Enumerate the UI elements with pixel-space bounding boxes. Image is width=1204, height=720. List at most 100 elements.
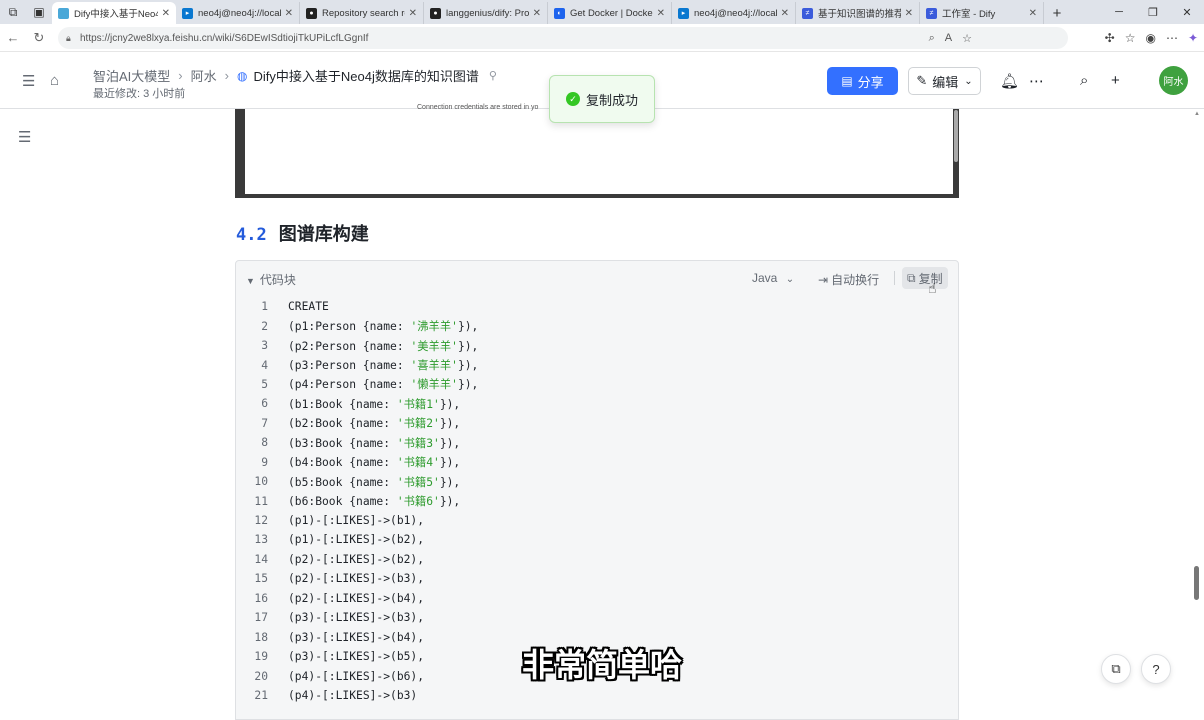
outline-icon[interactable]: ☰ [18,128,31,146]
page-scrollbar[interactable] [1194,566,1199,600]
new-tab-button[interactable]: + [1044,2,1070,24]
code-token: }), [457,339,479,353]
chevron-right-icon: › [178,68,183,83]
share-icon: ▤ [841,74,853,88]
code-block-toggle[interactable]: ▼ 代码块 [246,271,296,288]
code-token: (p3)-[:LIKES]->(b3), [288,611,425,625]
close-tab-icon[interactable]: ✕ [1029,8,1037,19]
browser-tab[interactable]: ● langgenius/dify: Prod ✕ [424,2,548,24]
browser-tab-bar: ⧉ ▣ Dify中接入基于Neo4j ✕ ▸ neo4j@neo4j://localh… [0,0,1204,24]
url-input[interactable]: 🔒︎ https://jcny2we8lxya.feishu.cn/wiki/S… [58,27,1068,49]
profile-icon[interactable]: ◉ [1145,31,1155,45]
browser-tab[interactable]: ◐ Get Docker | Docker D ✕ [548,2,672,24]
back-icon[interactable]: ← [0,24,26,52]
zoom-icon[interactable]: ⌕ [929,32,935,45]
code-token: (p2)-[:LIKES]->(b3), [288,572,425,586]
code-text: (p4)-[:LIKES]->(b3) [288,689,417,702]
code-string: '书籍4' [396,456,440,470]
close-tab-icon[interactable]: ✕ [781,8,789,19]
line-number: 10 [254,475,268,489]
workspaces-icon[interactable]: ⧉ [0,0,26,24]
code-token: (p2)-[:LIKES]->(b4), [288,591,425,605]
tab-favicon-icon [58,7,69,19]
copy-success-toast: ✓ 复制成功 [549,75,655,123]
code-line: 10 (b5:Book {name: '书籍5'}), [236,472,958,491]
wrap-icon: ⇥ [818,273,829,287]
language-select[interactable]: Java ⌄ [752,271,794,285]
refresh-icon[interactable]: ↻ [26,24,52,52]
code-line: 8 (b3:Book {name: '书籍3'}), [236,433,958,452]
doc-title[interactable]: Dify中接入基于Neo4j数据库的知识图谱 [253,66,478,85]
browser-tab[interactable]: ▸ neo4j@neo4j://localh ✕ [672,2,796,24]
favorite-icon[interactable]: ☆ [962,32,972,45]
image-scrollbar[interactable] [954,110,958,162]
code-text: (p3)-[:LIKES]->(b3), [288,611,424,624]
close-tab-icon[interactable]: ✕ [533,8,541,19]
tab-title: Dify中接入基于Neo4j [74,9,158,20]
edit-label: 编辑 [932,74,959,90]
favorites-icon[interactable]: ☆ [1125,31,1136,45]
code-text: CREATE [288,300,329,313]
code-string: '书籍2' [396,417,440,431]
code-token: (p3:Person {name: [288,359,411,373]
tab-favicon-icon: ≠ [802,7,813,19]
restore-icon[interactable]: ❐ [1136,0,1170,24]
edit-button[interactable]: ✎ 编辑 ⌄ [908,67,981,95]
copilot-icon[interactable]: ✦ [1188,31,1198,45]
line-number: 11 [254,494,268,508]
avatar[interactable]: 阿水 [1159,66,1188,95]
home-icon[interactable]: ⌂ [50,72,59,89]
browser-tab[interactable]: ● Repository search res ✕ [300,2,424,24]
read-aloud-icon[interactable]: A [945,32,952,44]
minimize-icon[interactable]: ─ [1102,0,1136,24]
browser-tab[interactable]: ≠ 工作室 - Dify ✕ [920,2,1044,24]
browser-tab[interactable]: ≠ 基于知识图谱的推荐系 ✕ [796,2,920,24]
close-window-icon[interactable]: ✕ [1170,0,1204,24]
pin-icon[interactable]: ⚲ [489,69,497,82]
share-button[interactable]: ▤ 分享 [827,67,898,95]
last-modified: 最近修改: 3 小时前 [93,88,186,100]
more-icon[interactable]: ⋯ [1166,31,1178,45]
breadcrumb-item[interactable]: 智泊AI大模型 [93,66,170,85]
add-icon[interactable]: + [1111,72,1120,89]
breadcrumb-item[interactable]: 阿水 [191,66,217,85]
line-number: 21 [254,688,268,702]
code-text: (b2:Book {name: '书籍2'}), [288,415,460,431]
divider [894,271,895,285]
code-string: '书籍6' [396,495,440,509]
bell-icon[interactable]: 🔔︎ [1000,72,1019,90]
code-token: }), [439,475,461,489]
tab-actions-icon[interactable]: ▣ [26,0,52,24]
close-tab-icon[interactable]: ✕ [409,8,417,19]
line-number: 8 [261,436,268,450]
close-tab-icon[interactable]: ✕ [285,8,293,19]
check-icon: ✓ [565,92,580,106]
auto-wrap-button[interactable]: ⇥ 自动换行 [818,271,879,288]
browser-tab[interactable]: ▸ neo4j@neo4j://localh ✕ [176,2,300,24]
code-string: '懒羊羊' [410,378,458,392]
close-tab-icon[interactable]: ✕ [162,8,170,19]
close-tab-icon[interactable]: ✕ [905,8,913,19]
tab-favicon-icon: ◐ [554,7,565,19]
sidebar-toggle-icon[interactable]: ☰ [22,72,35,90]
mouse-cursor-icon: ☝ [928,280,937,296]
scroll-up-icon[interactable]: ▲ [1194,111,1200,117]
lock-icon[interactable]: 🔒︎ [66,33,80,44]
pencil-icon: ✎ [916,73,928,88]
code-token: }), [439,397,461,411]
more-options-icon[interactable]: ⋯ [1029,72,1044,90]
close-tab-icon[interactable]: ✕ [657,8,665,19]
search-icon[interactable]: ⌕ [1080,72,1088,89]
line-number: 17 [254,611,268,625]
browser-tab[interactable]: Dify中接入基于Neo4j ✕ [52,2,176,24]
tab-favicon-icon: ● [430,7,441,19]
code-line: 9 (b4:Book {name: '书籍4'}), [236,453,958,472]
code-token: (b6:Book {name: [288,495,397,509]
code-token: (p2:Person {name: [288,339,411,353]
url-text: https://jcny2we8lxya.feishu.cn/wiki/S6DE… [80,32,369,44]
chevron-right-icon: › [224,68,229,83]
code-token: (b3:Book {name: [288,436,397,450]
code-token: (b5:Book {name: [288,475,397,489]
extensions-icon[interactable]: ✣ [1105,31,1115,45]
copy-button[interactable]: ⧉ 复制 [902,267,948,289]
